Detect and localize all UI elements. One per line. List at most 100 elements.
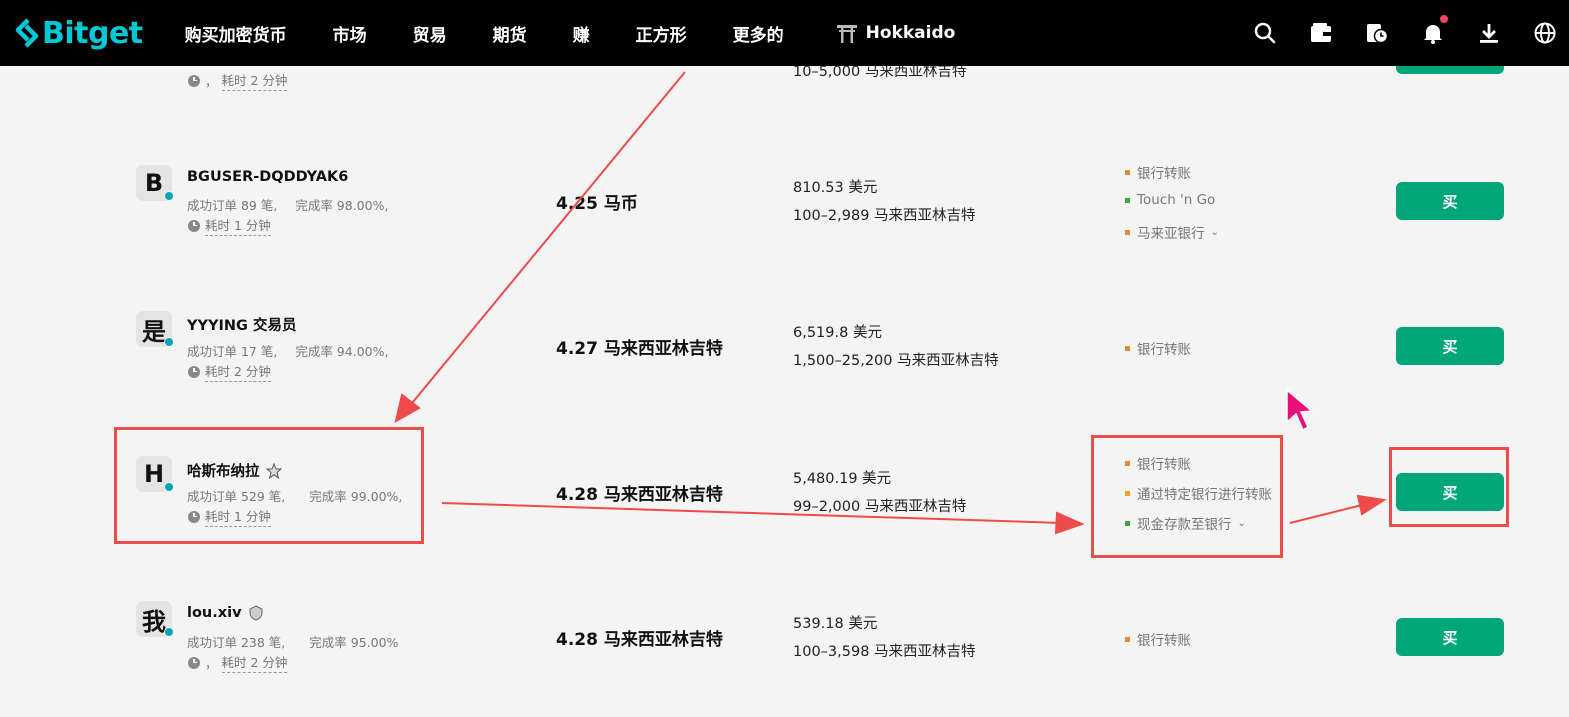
offer-available: 6,519.8 美元 [793, 325, 882, 341]
bitget-logo-icon [15, 18, 39, 48]
completed-orders: 成功订单 238 笔, [187, 635, 286, 650]
merchant-stats: 成功订单 17 笔, 完成率 94.00%, [187, 341, 388, 360]
payment-method: 银行转账 [1125, 162, 1191, 182]
payment-method: Touch 'n Go [1125, 192, 1215, 208]
order-history-icon[interactable] [1365, 21, 1389, 45]
merchant-stats: 成功订单 238 笔, 完成率 95.00% [187, 632, 398, 651]
merchant-avatar[interactable]: 是 [136, 311, 174, 347]
merchant-avatar[interactable]: B [136, 165, 174, 201]
merchant-name-text: lou.xiv [187, 605, 242, 621]
offer-limit: 99–2,000 马来西亚林吉特 [793, 499, 967, 515]
nav-futures[interactable]: 期货 [493, 21, 527, 46]
payment-label: 银行转账 [1137, 342, 1191, 358]
online-status-dot [164, 191, 174, 201]
offer-available: 539.18 美元 [793, 616, 878, 632]
payment-method: 银行转账 [1125, 338, 1191, 358]
payment-color-marker [1125, 229, 1130, 235]
merchant-name-text: BGUSER-DQDDYAK6 [187, 169, 349, 185]
avg-release-time: 耗时 1 分钟 [205, 215, 271, 236]
offer-available: 810.53 美元 [793, 180, 878, 196]
nav-community-hokkaido[interactable]: Hokkaido [836, 22, 956, 44]
avatar-initial: 我 [142, 607, 166, 636]
globe-icon[interactable] [1533, 21, 1557, 45]
payment-color-marker [1125, 197, 1130, 203]
torii-gate-icon [836, 25, 857, 43]
clock-icon [188, 74, 200, 87]
completed-orders: 成功订单 89 笔, [187, 198, 278, 213]
avatar-initial: B [144, 169, 164, 197]
payment-label: Touch 'n Go [1137, 192, 1216, 208]
nav-square[interactable]: 正方形 [636, 21, 687, 46]
payment-label: 马来亚银行 [1137, 226, 1205, 242]
community-label: Hokkaido [865, 23, 956, 43]
bitget-logo[interactable]: Bitget [14, 16, 143, 51]
payment-method: 银行转账 [1125, 629, 1191, 649]
payment-method[interactable]: 马来亚银行 ⌄ [1125, 222, 1219, 242]
clock-icon [188, 365, 200, 378]
clock-icon [188, 656, 200, 669]
avg-release-time: 耗时 2 分钟 [221, 70, 288, 91]
search-icon[interactable] [1253, 21, 1277, 45]
wallet-icon[interactable] [1309, 21, 1333, 45]
completion-rate: 完成率 98.00%, [295, 198, 389, 213]
completed-orders: 成功订单 17 笔, [187, 344, 278, 359]
completion-rate: 完成率 94.00%, [295, 344, 389, 359]
buy-button[interactable]: 买 [1396, 618, 1504, 656]
completion-rate: 完成率 95.00% [309, 635, 399, 650]
nav-buy-crypto[interactable]: 购买加密货币 [185, 21, 287, 46]
annotation-box-payments [1091, 435, 1283, 558]
payment-color-marker [1125, 169, 1130, 175]
annotation-box-merchant [114, 427, 424, 544]
offer-limit: 1,500–25,200 马来西亚林吉特 [793, 353, 999, 369]
top-icons [1221, 0, 1557, 66]
merchant-stats: 成功订单 89 笔, 完成率 98.00%, [187, 195, 388, 214]
payment-label: 银行转账 [1137, 166, 1191, 182]
offer-price: 4.25 马币 [556, 194, 638, 214]
top-navigation-bar: Bitget 购买加密货币 市场 贸易 期货 赚 正方形 更多的 Hokkaid… [0, 0, 1569, 66]
avg-release-time: 耗时 2 分钟 [221, 652, 288, 673]
buy-button[interactable]: 买 [1396, 182, 1504, 220]
offer-price: 4.27 马来西亚林吉特 [556, 339, 723, 359]
buy-button[interactable]: 买 [1396, 327, 1504, 365]
offer-price: 4.28 马来西亚林吉特 [556, 630, 723, 650]
nav-more[interactable]: 更多的 [733, 21, 784, 46]
time-prefix: ， [205, 74, 218, 89]
chevron-down-icon[interactable]: ⌄ [1211, 227, 1219, 238]
offer-time-line: ， 耗时 2 分钟 [188, 652, 288, 673]
payment-color-marker [1125, 345, 1130, 351]
payment-label: 银行转账 [1137, 633, 1191, 649]
nav-earn[interactable]: 赚 [573, 21, 590, 46]
offer-limit: 100–3,598 马来西亚林吉特 [793, 644, 976, 660]
merchant-avatar[interactable]: 我 [136, 601, 174, 637]
offer-time-line: ， 耗时 2 分钟 [188, 70, 288, 91]
download-icon[interactable] [1477, 21, 1501, 45]
avg-release-time: 耗时 2 分钟 [205, 361, 271, 382]
avatar-initial: 是 [142, 317, 166, 346]
merchant-name[interactable]: BGUSER-DQDDYAK6 [187, 169, 348, 185]
notification-dot [1440, 15, 1448, 23]
main-nav: 购买加密货币 市场 贸易 期货 赚 正方形 更多的 Hokkaido [185, 21, 1002, 46]
online-status-dot [164, 337, 174, 347]
notifications[interactable] [1421, 15, 1448, 45]
offer-limit: 100–2,989 马来西亚林吉特 [793, 208, 976, 224]
offer-limit: 10–5,000 马来西亚林吉特 [793, 66, 967, 80]
nav-markets[interactable]: 市场 [333, 21, 367, 46]
p2p-offer-list: ， 耗时 2 分钟 10–5,000 马来西亚林吉特 B BGUSER-DQDD… [0, 66, 1569, 717]
clock-icon [188, 219, 200, 232]
annotation-box-buy [1389, 447, 1509, 527]
merchant-name[interactable]: YYYING 交易员 [187, 314, 296, 335]
offer-time-line: 耗时 1 分钟 [188, 215, 271, 236]
time-prefix: ， [205, 656, 218, 671]
online-status-dot [164, 627, 174, 637]
bell-icon [1424, 25, 1442, 44]
brand-name: Bitget [42, 15, 143, 51]
payment-color-marker [1125, 636, 1130, 642]
merchant-name[interactable]: lou.xiv [187, 605, 264, 621]
buy-button[interactable] [1396, 66, 1504, 74]
offer-available: 5,480.19 美元 [793, 471, 892, 487]
nav-trade[interactable]: 贸易 [413, 21, 447, 46]
merchant-name-text: YYYING 交易员 [187, 318, 297, 334]
offer-price: 4.28 马来西亚林吉特 [556, 485, 723, 505]
offer-time-line: 耗时 2 分钟 [188, 361, 271, 382]
shield-badge-icon [249, 605, 263, 621]
